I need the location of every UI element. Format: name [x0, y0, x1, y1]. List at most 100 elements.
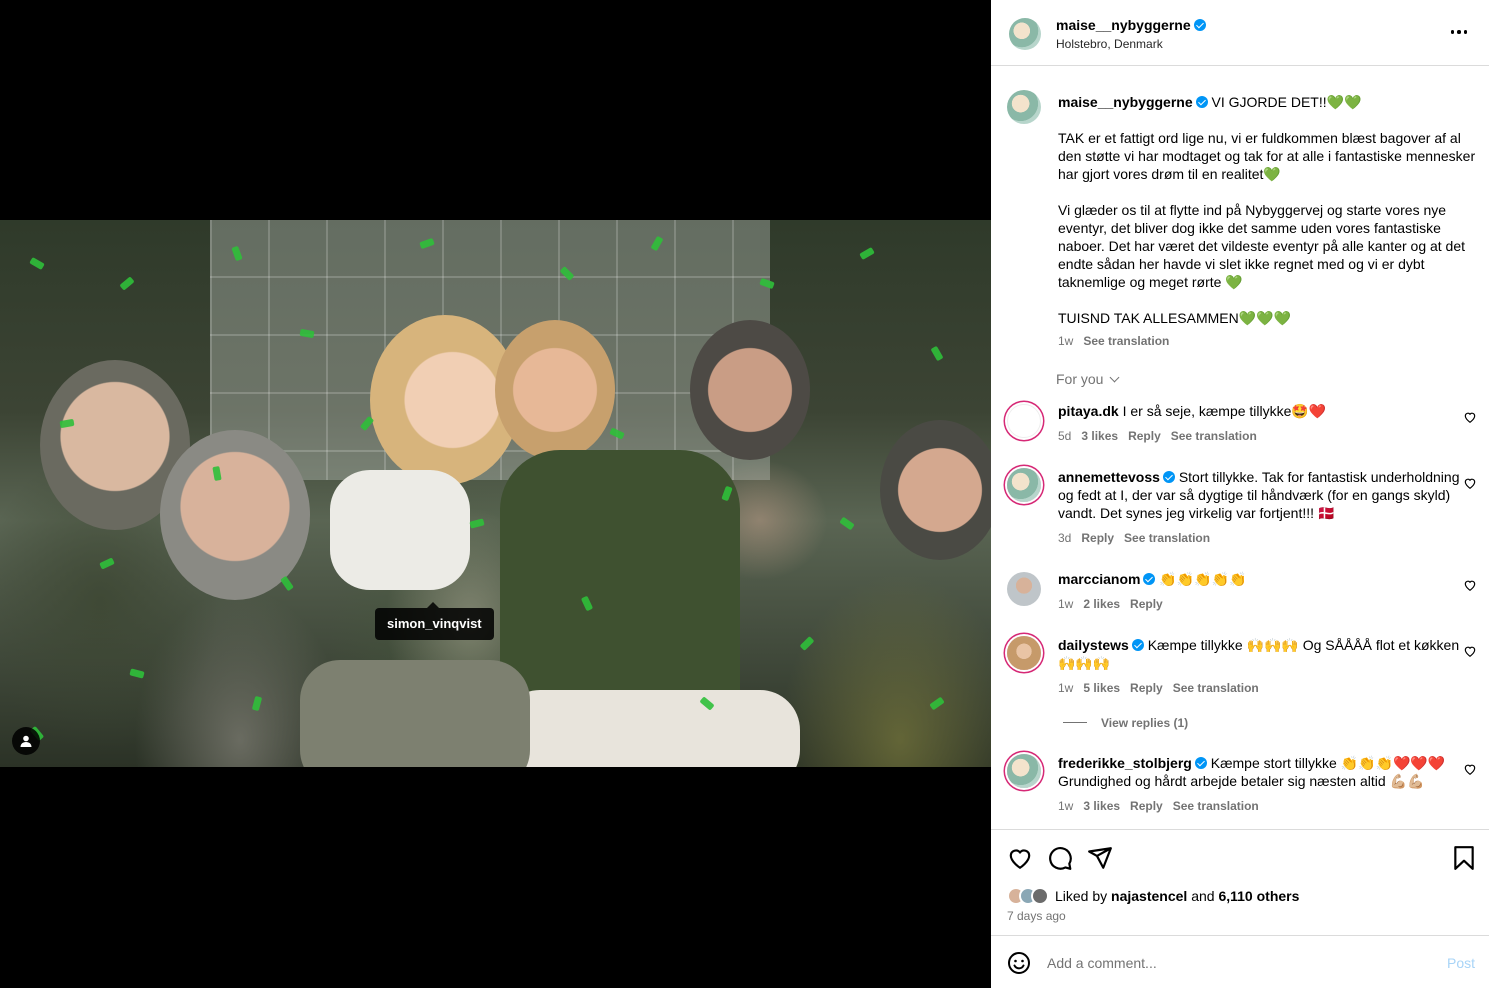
photo-person-6	[880, 420, 991, 560]
view-replies-label: View replies (1)	[1101, 716, 1189, 730]
post-header: maise__nybyggerne Holstebro, Denmark	[991, 0, 1489, 66]
heart-icon[interactable]	[1463, 476, 1477, 490]
comment-time[interactable]: 1w	[1058, 799, 1073, 813]
user-tag-button[interactable]	[12, 727, 40, 755]
comment-time[interactable]: 3d	[1058, 531, 1071, 545]
comment-meta: 1w 2 likes Reply	[1058, 597, 1173, 611]
comment-likes[interactable]: 5 likes	[1083, 681, 1120, 695]
confetti-piece	[929, 696, 945, 711]
post-side-panel: maise__nybyggerne Holstebro, Denmark mai…	[991, 0, 1489, 988]
caption-line-1: VI GJORDE DET!!💚💚	[1211, 94, 1362, 110]
header-username[interactable]: maise__nybyggerne	[1056, 17, 1206, 33]
likes-others[interactable]: 6,110 others	[1218, 888, 1299, 904]
avatar[interactable]	[1007, 572, 1041, 606]
reply-button[interactable]: Reply	[1081, 531, 1114, 545]
comment-likes[interactable]: 3 likes	[1083, 799, 1120, 813]
verified-icon	[1143, 573, 1156, 585]
heart-icon[interactable]	[1463, 578, 1477, 592]
post-button[interactable]: Post	[1447, 955, 1475, 971]
heart-icon[interactable]	[1463, 410, 1477, 424]
verified-icon	[1195, 96, 1208, 108]
avatar	[1031, 887, 1049, 905]
confetti-piece	[839, 516, 855, 531]
caption-paragraph: TUISND TAK ALLESAMMEN💚💚💚	[1058, 310, 1292, 326]
save-button[interactable]	[1451, 845, 1477, 871]
tagged-user-label[interactable]: simon_vinqvist	[375, 602, 494, 640]
reply-button[interactable]: Reply	[1130, 681, 1163, 695]
comment-body: pitaya.dk I er så seje, kæmpe tillykke🤩❤…	[1058, 402, 1478, 420]
for-you-label: For you	[1056, 371, 1104, 387]
confetti-piece	[469, 518, 485, 529]
avatar[interactable]	[1007, 90, 1041, 124]
comments-section[interactable]: maise__nybyggerne VI GJORDE DET!!💚💚 TAK …	[991, 66, 1489, 830]
confetti-piece	[251, 695, 263, 712]
comment-button[interactable]	[1047, 845, 1073, 871]
see-translation-link[interactable]: See translation	[1173, 799, 1259, 813]
view-replies-button[interactable]: View replies (1)	[1063, 716, 1188, 730]
avatar[interactable]	[1007, 754, 1041, 788]
confetti-piece	[799, 636, 815, 651]
comment-meta: 5d 3 likes Reply See translation	[1058, 429, 1267, 443]
reply-button[interactable]: Reply	[1130, 597, 1163, 611]
location-link[interactable]: Holstebro, Denmark	[1056, 37, 1163, 51]
comment-username[interactable]: annemettevoss	[1058, 469, 1160, 485]
photo-person-5	[690, 320, 810, 460]
photo-person-2	[160, 430, 310, 600]
avatar[interactable]	[1007, 468, 1041, 502]
avatar[interactable]	[1007, 404, 1041, 438]
confetti-piece	[99, 557, 115, 570]
caption-username[interactable]: maise__nybyggerne	[1058, 94, 1193, 110]
photo-pants-white	[500, 690, 800, 767]
reply-button[interactable]: Reply	[1130, 799, 1163, 813]
replies-divider	[1063, 722, 1087, 723]
verified-icon	[1131, 639, 1144, 651]
media-viewer: simon_vinqvist	[0, 0, 991, 988]
user-tag-icon	[20, 735, 32, 747]
comment-username[interactable]: dailystews	[1058, 637, 1129, 653]
comment-time[interactable]: 5d	[1058, 429, 1071, 443]
comment-time[interactable]: 1w	[1058, 597, 1073, 611]
likes-prefix: Liked by	[1055, 888, 1112, 904]
comment-meta: 1w 3 likes Reply See translation	[1058, 799, 1269, 813]
bookmark-icon	[1454, 846, 1474, 870]
photo-skirt-green	[300, 660, 530, 767]
comment-composer: Post	[991, 937, 1489, 988]
comment-username[interactable]: marccianom	[1058, 571, 1140, 587]
heart-icon[interactable]	[1463, 762, 1477, 776]
likes-text: Liked by najastencel and 6,110 others	[1055, 888, 1299, 904]
post-photo[interactable]	[0, 220, 991, 767]
like-button[interactable]	[1007, 845, 1033, 871]
see-translation-link[interactable]: See translation	[1171, 429, 1257, 443]
comment-body: marccianom 👏👏👏👏👏	[1058, 570, 1478, 588]
comment-username[interactable]: frederikke_stolbjerg	[1058, 755, 1192, 771]
reply-button[interactable]: Reply	[1128, 429, 1161, 443]
see-translation-link[interactable]: See translation	[1124, 531, 1210, 545]
see-translation-link[interactable]: See translation	[1173, 681, 1259, 695]
avatar[interactable]	[1007, 636, 1041, 670]
more-icon[interactable]	[1447, 24, 1471, 40]
comment-time[interactable]: 1w	[1058, 681, 1073, 695]
share-button[interactable]	[1087, 845, 1113, 871]
share-icon	[1088, 847, 1112, 869]
see-translation-link[interactable]: See translation	[1083, 334, 1169, 348]
avatar[interactable]	[1009, 18, 1041, 50]
comment-username[interactable]: pitaya.dk	[1058, 403, 1119, 419]
comment-likes[interactable]: 3 likes	[1081, 429, 1118, 443]
emoji-icon[interactable]	[1007, 951, 1031, 975]
comment-meta: 3d Reply See translation	[1058, 531, 1220, 545]
comment-body: frederikke_stolbjerg Kæmpe stort tillykk…	[1058, 754, 1478, 790]
photo-shirt-white	[330, 470, 470, 590]
comment-text: 👏👏👏👏👏	[1159, 571, 1247, 587]
for-you-dropdown[interactable]: For you	[1056, 371, 1120, 387]
likes-user[interactable]: najastencel	[1111, 888, 1187, 904]
likes-summary[interactable]: Liked by najastencel and 6,110 others	[1007, 887, 1299, 905]
verified-icon	[1162, 471, 1175, 483]
confetti-piece	[129, 668, 145, 679]
comment-likes[interactable]: 2 likes	[1083, 597, 1120, 611]
comment-input[interactable]	[1047, 951, 1427, 975]
chevron-down-icon	[1109, 372, 1120, 383]
comment-body: annemettevoss Stort tillykke. Tak for fa…	[1058, 468, 1478, 522]
post-time[interactable]: 7 days ago	[1007, 909, 1066, 923]
caption-time[interactable]: 1w	[1058, 334, 1073, 348]
heart-icon[interactable]	[1463, 644, 1477, 658]
